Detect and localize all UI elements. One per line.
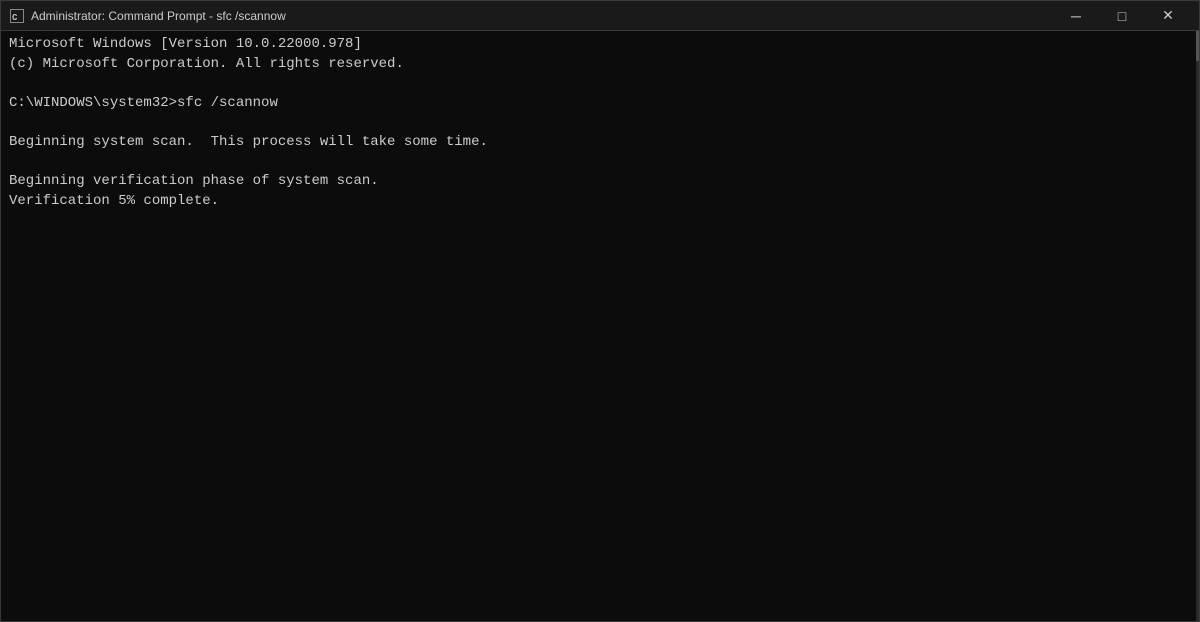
terminal-line-4: C:\WINDOWS\system32>sfc /scannow	[9, 94, 1191, 114]
maximize-button[interactable]: □	[1099, 1, 1145, 31]
terminal-line-8: Beginning verification phase of system s…	[9, 172, 1191, 192]
cmd-window: C Administrator: Command Prompt - sfc /s…	[0, 0, 1200, 622]
minimize-button[interactable]: ─	[1053, 1, 1099, 31]
close-button[interactable]: ✕	[1145, 1, 1191, 31]
terminal-line-5	[9, 113, 1191, 133]
titlebar-left: C Administrator: Command Prompt - sfc /s…	[9, 8, 286, 24]
terminal-line-2: (c) Microsoft Corporation. All rights re…	[9, 55, 1191, 75]
terminal-line-3	[9, 74, 1191, 94]
terminal-line-7	[9, 153, 1191, 173]
scrollbar-thumb[interactable]	[1196, 31, 1199, 61]
terminal-line-1: Microsoft Windows [Version 10.0.22000.97…	[9, 35, 1191, 55]
terminal-line-6: Beginning system scan. This process will…	[9, 133, 1191, 153]
terminal-line-9: Verification 5% complete.	[9, 192, 1191, 212]
titlebar-controls: ─ □ ✕	[1053, 1, 1191, 31]
terminal-body[interactable]: Microsoft Windows [Version 10.0.22000.97…	[1, 31, 1199, 621]
scrollbar-track	[1196, 31, 1199, 621]
cmd-window-icon: C	[9, 8, 25, 24]
cmd-icon: C	[10, 9, 24, 23]
window-title: Administrator: Command Prompt - sfc /sca…	[31, 9, 286, 23]
svg-text:C: C	[12, 13, 18, 22]
titlebar: C Administrator: Command Prompt - sfc /s…	[1, 1, 1199, 31]
